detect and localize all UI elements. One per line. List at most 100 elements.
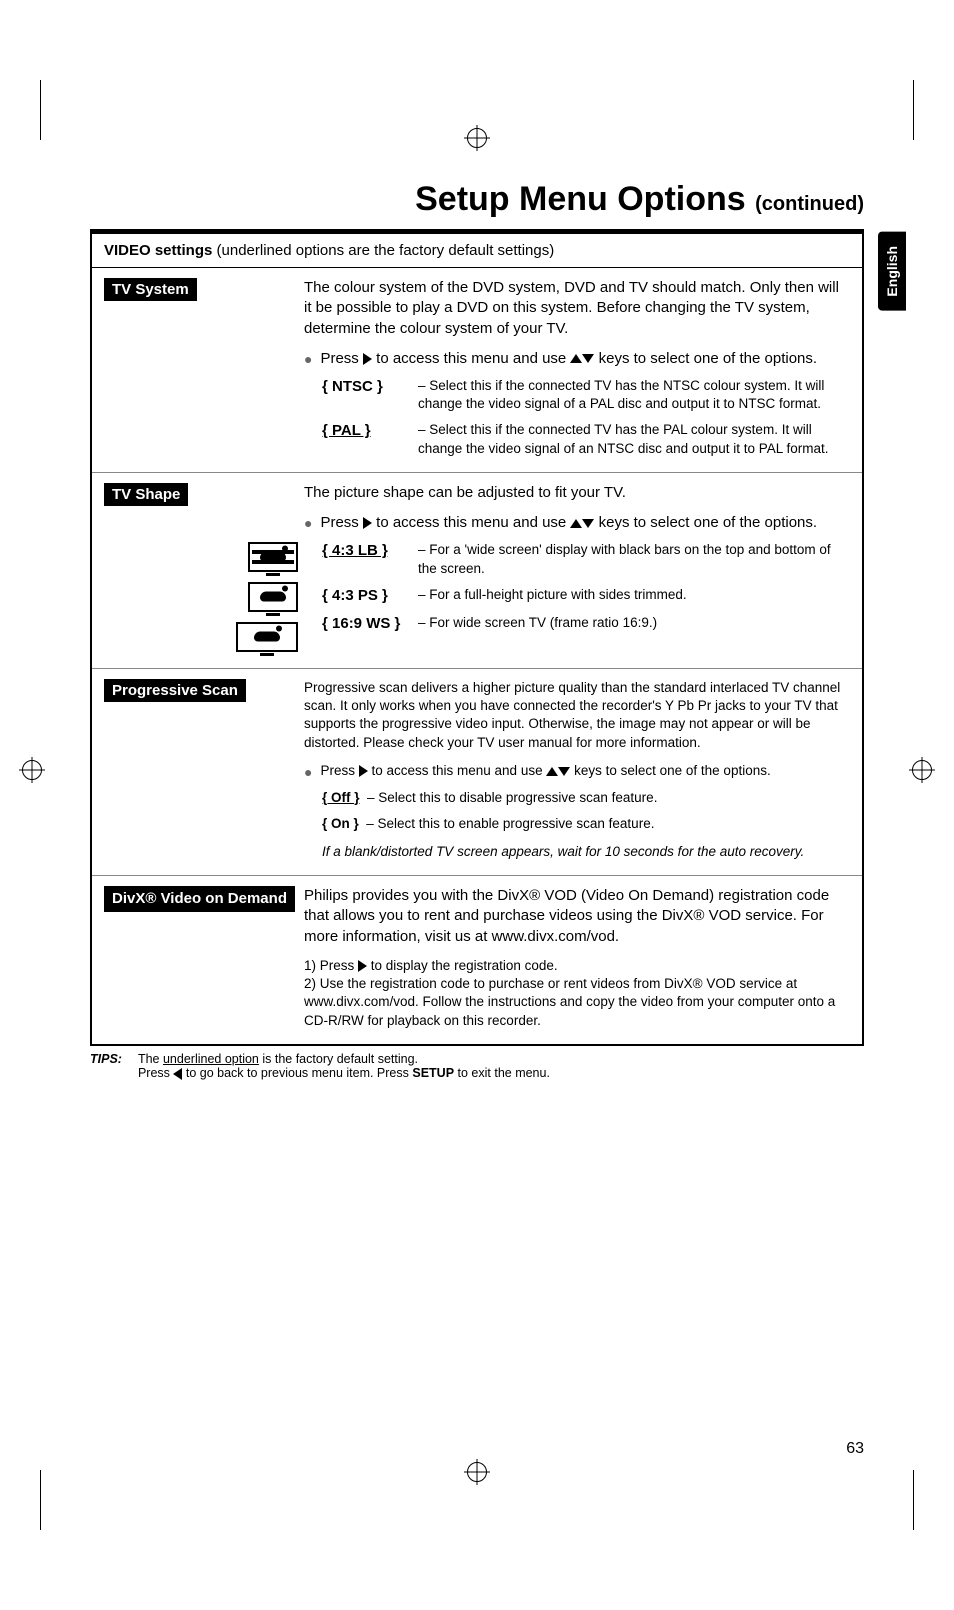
crop-mark <box>913 80 914 140</box>
tv-letterbox-icon <box>248 542 298 572</box>
option-label: { On } <box>322 816 359 831</box>
section-content: Philips provides you with the DivX® VOD … <box>304 886 850 1030</box>
section-label: Progressive Scan <box>104 679 304 861</box>
language-tab: English <box>878 232 906 311</box>
title-continued: (continued) <box>755 193 864 215</box>
text: Press <box>320 514 363 531</box>
divx-intro: Philips provides you with the DivX® VOD … <box>304 886 850 947</box>
box-header: VIDEO settings (underlined options are t… <box>92 234 862 268</box>
instruction-text: Press to access this menu and use keys t… <box>320 762 770 781</box>
text: to display the registration code. <box>367 958 558 973</box>
registration-target-icon <box>467 1462 487 1482</box>
text: The <box>138 1052 163 1066</box>
page-number: 63 <box>846 1440 864 1458</box>
option-label: { 4:3 LB } <box>322 541 408 577</box>
instruction-row: ● Press to access this menu and use keys… <box>304 349 850 369</box>
right-arrow-icon <box>359 765 368 777</box>
crop-mark <box>913 1470 914 1530</box>
section-tv-shape: TV Shape The picture shape can be adjust… <box>92 473 862 669</box>
divx-step1: 1) Press to display the registration cod… <box>304 957 850 975</box>
tv-panscan-icon <box>248 582 298 612</box>
bullet-icon: ● <box>304 515 312 533</box>
down-arrow-icon <box>582 519 594 528</box>
text: Press <box>320 763 358 778</box>
option-on: { On } – Select this to enable progressi… <box>304 815 850 833</box>
box-header-note: (underlined options are the factory defa… <box>212 242 554 259</box>
text: Press <box>138 1066 173 1080</box>
tips-label: TIPS: <box>90 1052 122 1080</box>
text: SETUP <box>412 1066 454 1080</box>
section-progressive-scan: Progressive Scan Progressive scan delive… <box>92 669 862 876</box>
up-arrow-icon <box>570 519 582 528</box>
tv-system-intro: The colour system of the DVD system, DVD… <box>304 278 850 339</box>
right-arrow-icon <box>358 960 367 972</box>
option-4-3-ps: { 4:3 PS } – For a full-height picture w… <box>304 586 850 606</box>
up-arrow-icon <box>546 767 558 776</box>
instruction-row: ● Press to access this menu and use keys… <box>304 513 850 533</box>
box-header-title: VIDEO settings <box>104 242 212 259</box>
tips-line1: The underlined option is the factory def… <box>138 1052 864 1066</box>
text: is the factory default setting. <box>259 1052 418 1066</box>
section-divx-vod: DivX® Video on Demand Philips provides y… <box>92 876 862 1044</box>
down-arrow-icon <box>558 767 570 776</box>
option-label: { 4:3 PS } <box>322 586 408 606</box>
option-desc: – Select this if the connected TV has th… <box>418 421 850 457</box>
tv-icons <box>104 536 304 654</box>
box-body: TV System The colour system of the DVD s… <box>92 268 862 1044</box>
up-arrow-icon <box>570 354 582 363</box>
section-label: TV System <box>104 278 304 458</box>
tv-widescreen-icon <box>236 622 298 652</box>
text: Press <box>320 350 363 367</box>
option-off: { Off } – Select this to disable progres… <box>304 789 850 807</box>
option-label: { NTSC } <box>322 377 408 413</box>
option-desc: – For wide screen TV (frame ratio 16:9.) <box>418 614 850 634</box>
section-tv-system: TV System The colour system of the DVD s… <box>92 268 862 473</box>
option-label: { 16:9 WS } <box>322 614 426 634</box>
text: to go back to previous menu item. Press <box>182 1066 412 1080</box>
text: to exit the menu. <box>454 1066 550 1080</box>
bullet-icon: ● <box>304 351 312 369</box>
text: 1) Press <box>304 958 358 973</box>
tv-shape-label: TV Shape <box>104 483 188 506</box>
crop-mark <box>40 1470 41 1530</box>
text: keys to select one of the options. <box>594 350 817 367</box>
text: to access this menu and use <box>372 514 570 531</box>
option-desc: – For a full-height picture with sides t… <box>418 586 850 606</box>
page-content: English Setup Menu Options (continued) V… <box>90 180 864 1430</box>
title-text: Setup Menu Options <box>415 180 746 218</box>
option-label: { PAL } <box>322 421 408 457</box>
divx-vod-label: DivX® Video on Demand <box>104 886 295 912</box>
text: keys to select one of the options. <box>570 763 770 778</box>
down-arrow-icon <box>582 354 594 363</box>
option-ntsc: { NTSC } – Select this if the connected … <box>304 377 850 413</box>
registration-target-icon <box>22 760 42 780</box>
page-title: Setup Menu Options (continued) <box>90 180 864 219</box>
registration-target-icon <box>467 128 487 148</box>
divx-step2: 2) Use the registration code to purchase… <box>304 975 850 1030</box>
tips-content: The underlined option is the factory def… <box>138 1052 864 1080</box>
registration-target-icon <box>912 760 932 780</box>
progressive-scan-label: Progressive Scan <box>104 679 246 702</box>
option-label: { Off } <box>322 790 360 805</box>
text: to access this menu and use <box>368 763 547 778</box>
section-content: The colour system of the DVD system, DVD… <box>304 278 850 458</box>
progressive-note: If a blank/distorted TV screen appears, … <box>304 843 850 861</box>
option-desc: – Select this to enable progressive scan… <box>366 816 654 831</box>
section-label: DivX® Video on Demand <box>104 886 304 1030</box>
option-pal: { PAL } – Select this if the connected T… <box>304 421 850 457</box>
right-arrow-icon <box>363 353 372 365</box>
right-arrow-icon <box>363 517 372 529</box>
tv-shape-intro: The picture shape can be adjusted to fit… <box>304 483 850 503</box>
option-desc: – Select this to disable progressive sca… <box>367 790 657 805</box>
option-desc: – For a 'wide screen' display with black… <box>418 541 850 577</box>
instruction-text: Press to access this menu and use keys t… <box>320 349 817 369</box>
option-16-9-ws: { 16:9 WS } – For wide screen TV (frame … <box>304 614 850 634</box>
option-desc: – Select this if the connected TV has th… <box>418 377 850 413</box>
text: underlined option <box>163 1052 259 1066</box>
section-label: TV Shape <box>104 483 304 654</box>
instruction-row: ● Press to access this menu and use keys… <box>304 762 850 781</box>
settings-box: VIDEO settings (underlined options are t… <box>90 229 864 1046</box>
tips-line2: Press to go back to previous menu item. … <box>138 1066 864 1080</box>
section-content: The picture shape can be adjusted to fit… <box>304 483 850 654</box>
section-content: Progressive scan delivers a higher pictu… <box>304 679 850 861</box>
